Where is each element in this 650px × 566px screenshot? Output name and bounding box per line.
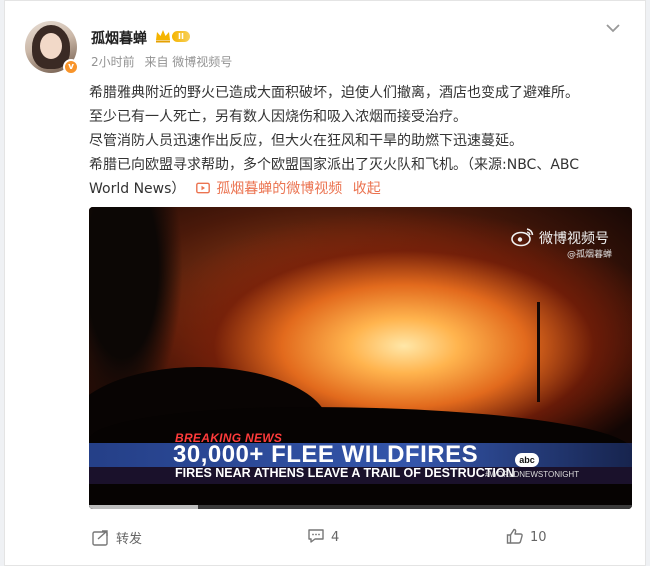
like-count: 10 xyxy=(530,530,547,545)
weibo-post-card: v 孤烟暮蝉 II 2小时前 来自 微博视频号 希腊雅典附近的野火已造成大面积破… xyxy=(4,0,646,566)
collapse-link[interactable]: 收起 xyxy=(353,181,381,197)
pole-silhouette xyxy=(537,302,540,402)
post-line: 尽管消防人员迅速作出反应，但大火在狂风和干旱的助燃下迅速蔓延。 xyxy=(89,133,523,149)
post-line: 至少已有一人死亡，另有数人因烧伤和吸入浓烟而接受治疗。 xyxy=(89,109,467,125)
video-headline: 30,000+ FLEE WILDFIRES xyxy=(173,441,479,468)
post-line: 希腊雅典附近的野火已造成大面积破坏，迫使人们撤离，酒店也变成了避难所。 xyxy=(89,85,579,101)
thumbs-up-icon xyxy=(506,528,523,544)
post-text: 希腊雅典附近的野火已造成大面积破坏，迫使人们撤离，酒店也变成了避难所。 至少已有… xyxy=(89,81,634,201)
level-badge: II xyxy=(172,31,190,42)
repost-label: 转发 xyxy=(116,532,143,547)
repost-icon xyxy=(92,530,108,546)
action-bar: 转发 4 10 xyxy=(4,520,646,560)
post-line: World News） 孤烟暮蝉的微博视频 收起 xyxy=(89,177,634,201)
post-line-prefix: World News） xyxy=(89,181,186,197)
post-source: 来自 微博视频号 xyxy=(144,55,233,69)
watermark-user: @孤烟暮蝉 xyxy=(567,250,613,260)
like-button[interactable]: 10 xyxy=(506,528,547,545)
video-player[interactable]: 微博视频号 @孤烟暮蝉 BREAKING NEWS 30,000+ FLEE W… xyxy=(89,207,632,509)
video-progress-fill xyxy=(89,505,198,509)
watermark-text: 微博视频号 xyxy=(539,231,609,247)
video-icon xyxy=(195,182,210,194)
chevron-down-icon[interactable] xyxy=(605,23,621,33)
comment-icon xyxy=(308,529,324,543)
comment-button[interactable]: 4 xyxy=(307,528,339,545)
weibo-logo-icon xyxy=(511,228,534,247)
comment-count: 4 xyxy=(331,530,340,545)
verified-badge: v xyxy=(63,59,79,75)
video-progress-bar[interactable] xyxy=(89,505,632,509)
video-link[interactable]: 孤烟暮蝉的微博视频 xyxy=(216,181,342,197)
username[interactable]: 孤烟暮蝉 xyxy=(91,28,147,48)
video-subline: FIRES NEAR ATHENS LEAVE A TRAIL OF DESTR… xyxy=(175,466,515,480)
abc-logo: abc xyxy=(515,453,539,467)
post-time[interactable]: 2小时前 xyxy=(91,55,135,69)
repost-button[interactable]: 转发 xyxy=(92,528,142,547)
video-hashtag: #WORLDNEWSTONIGHT xyxy=(485,470,580,479)
post-meta: 2小时前 来自 微博视频号 xyxy=(91,53,238,70)
crown-icon xyxy=(156,30,170,43)
post-line: 希腊已向欧盟寻求帮助，多个欧盟国家派出了灭火队和飞机。（来源:NBC、ABC xyxy=(89,157,580,173)
